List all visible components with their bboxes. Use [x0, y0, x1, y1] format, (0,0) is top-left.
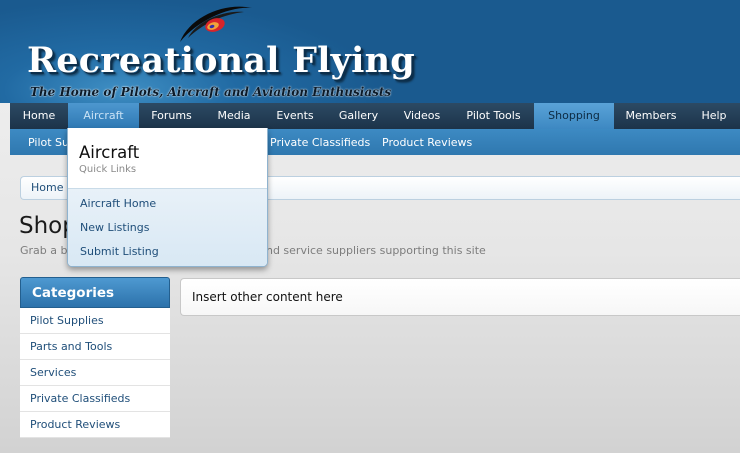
- tab-pilot-tools[interactable]: Pilot Tools: [453, 103, 534, 129]
- site-header: Recreational Flying The Home of Pilots, …: [0, 0, 740, 103]
- category-item-parts-and-tools[interactable]: Parts and Tools: [20, 334, 170, 360]
- page-description-end: and service suppliers supporting this si…: [259, 244, 486, 257]
- tab-gallery[interactable]: Gallery: [326, 103, 391, 129]
- dropdown-item-aircraft-home[interactable]: Aircraft Home: [68, 192, 267, 216]
- site-title[interactable]: Recreational Flying: [27, 41, 415, 81]
- categories-heading: Categories: [20, 277, 170, 308]
- tab-aircraft[interactable]: Aircraft: [68, 103, 139, 129]
- main-nav: Home Aircraft Forums Media Events Galler…: [10, 103, 740, 129]
- category-item-product-reviews[interactable]: Product Reviews: [20, 412, 170, 438]
- tab-help[interactable]: Help: [688, 103, 740, 129]
- subnav-link-private-classifieds[interactable]: Private Classifieds: [270, 129, 370, 155]
- tab-shopping[interactable]: Shopping: [534, 103, 614, 129]
- category-item-services[interactable]: Services: [20, 360, 170, 386]
- site-tagline: The Home of Pilots, Aircraft and Aviatio…: [30, 85, 392, 99]
- tab-events[interactable]: Events: [264, 103, 326, 129]
- dropdown-item-new-listings[interactable]: New Listings: [68, 216, 267, 240]
- dropdown-list: Aircraft Home New Listings Submit Listin…: [68, 189, 267, 266]
- dropdown-header: Aircraft Quick Links: [68, 128, 267, 189]
- category-item-pilot-supplies[interactable]: Pilot Supplies: [20, 308, 170, 334]
- categories-sidebar: Categories Pilot Supplies Parts and Tool…: [20, 277, 170, 438]
- subnav-link-product-reviews[interactable]: Product Reviews: [382, 129, 472, 155]
- tab-media[interactable]: Media: [204, 103, 264, 129]
- dropdown-subtitle: Quick Links: [79, 164, 137, 175]
- tab-members[interactable]: Members: [614, 103, 688, 129]
- content-box: Insert other content here: [180, 278, 740, 316]
- dropdown-title: Aircraft: [79, 143, 140, 162]
- category-item-private-classifieds[interactable]: Private Classifieds: [20, 386, 170, 412]
- dropdown-item-submit-listing[interactable]: Submit Listing: [68, 240, 267, 264]
- tab-home[interactable]: Home: [10, 103, 68, 129]
- tab-videos[interactable]: Videos: [391, 103, 453, 129]
- aircraft-dropdown-menu: Aircraft Quick Links Aircraft Home New L…: [67, 128, 268, 267]
- tab-forums[interactable]: Forums: [139, 103, 204, 129]
